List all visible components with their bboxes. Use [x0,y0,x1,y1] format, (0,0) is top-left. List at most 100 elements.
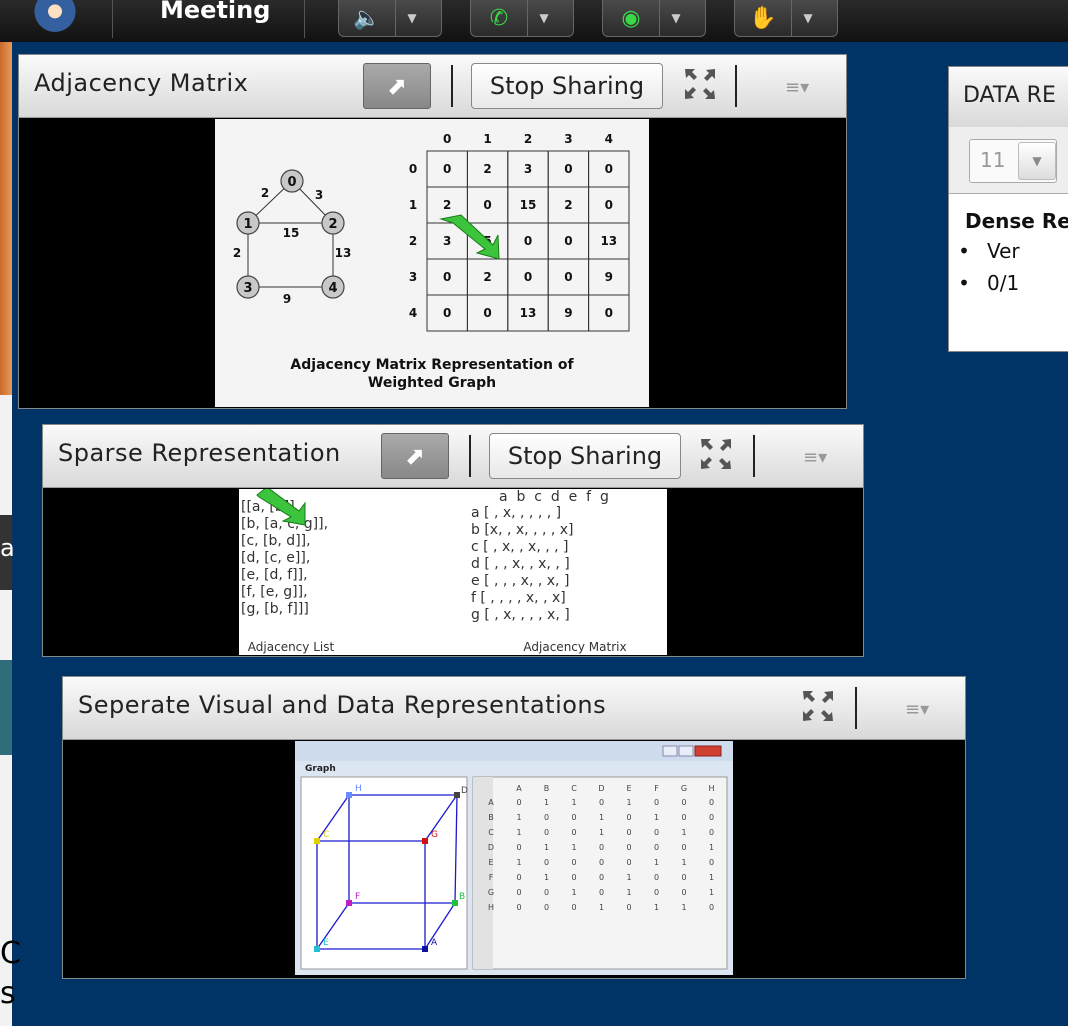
sparse-figure: [[a, [b]], [b, [a, c, g]], [c, [b, d]], … [241,486,627,654]
left-strip-text: a [0,534,15,562]
table-cell: 0 [654,828,659,837]
table-cell: 1 [654,813,659,822]
table-cell: 1 [544,798,549,807]
meeting-menu[interactable]: Meeting [160,0,270,24]
chevron-down-icon[interactable]: ▼ [395,0,428,36]
cube-vertex-label: F [355,892,360,902]
webcam-button[interactable]: ◉ ▼ [602,0,706,37]
data-representation-pod: DATA RE 11 ▼ Dense Rep •Ver •0/1 [948,66,1068,352]
matrix-row-header: 4 [409,306,417,320]
sparse-matrix-row: a [ , x, , , , , ] [471,505,561,521]
table-cell: 1 [571,798,576,807]
chevron-down-icon[interactable]: ▼ [527,0,560,36]
matrix-cell-value: 3 [524,162,532,176]
notes-heading: Dense Rep [965,209,1068,233]
matrix-cell-value: 0 [524,270,532,284]
audio-button[interactable]: 🔈 ▼ [338,0,442,37]
fullscreen-icon[interactable] [699,437,733,471]
table-cell: 0 [709,828,714,837]
pointer-icon: ⬈ [386,72,408,100]
sparse-matrix-row: d [ , , x, , x, , ] [471,556,570,572]
table-col-header: D [598,784,604,793]
matrix-cell-value: 0 [443,306,451,320]
table-cell: 1 [544,873,549,882]
fullscreen-icon[interactable] [683,67,717,101]
adjacency-list-line: [g, [b, f]]] [241,601,309,617]
pointer-tool-button[interactable]: ⬈ [381,433,449,479]
table-cell: 0 [709,858,714,867]
pod-header: Adjacency Matrix ⬈ Stop Sharing ≡▾ [19,55,846,118]
adjacency-list-line: [c, [b, d]], [241,533,311,549]
speaker-icon: 🔈 [353,5,381,31]
matrix-cell-value: 9 [564,306,572,320]
table-row-header: A [488,798,494,807]
table-cell: 0 [599,798,604,807]
notes-toolbar: 11 ▼ [949,127,1068,194]
matrix-cell-value: 2 [443,198,451,212]
cube-vertex-label: G [431,830,438,840]
table-cell: 1 [571,888,576,897]
table-cell: 1 [626,798,631,807]
table-col-header: G [681,784,687,793]
table-cell: 0 [626,858,631,867]
stop-sharing-button[interactable]: Stop Sharing [471,63,663,109]
phone-icon: ✆ [489,5,509,31]
cube-vertex-label: B [459,892,465,902]
pod-header: Seperate Visual and Data Representations… [63,677,965,740]
table-cell: 1 [599,813,604,822]
graph-node-label: 1 [243,217,252,232]
user-avatar-icon[interactable] [34,0,76,38]
edge-weight-label: 2 [261,186,269,200]
table-row-header: C [488,828,494,837]
matrix-cell-value: 0 [605,198,613,212]
cube-vertex [422,946,428,952]
pod-menu-icon[interactable]: ≡▾ [803,447,827,468]
table-row-header: D [488,843,494,852]
raise-hand-button[interactable]: ✋ ▼ [734,0,838,37]
sparse-matrix-row: e [ , , , x, , x, ] [471,573,569,589]
raise-hand-icon: ✋ [749,5,777,31]
table-col-header: E [626,784,631,793]
table-cell: 1 [654,903,659,912]
list-caption: Adjacency List [248,640,335,654]
table-cell: 0 [544,903,549,912]
stop-sharing-button[interactable]: Stop Sharing [489,433,681,479]
matrix-col-header: 4 [605,132,613,146]
cube-vertex-label: C [323,830,329,840]
table-cell: 0 [681,798,686,807]
matrix-row-header: 1 [409,198,417,212]
chevron-down-icon[interactable]: ▼ [1018,142,1056,180]
table-cell: 0 [681,873,686,882]
pod-menu-icon[interactable]: ≡▾ [785,77,809,98]
table-cell: 0 [681,843,686,852]
matrix-cell-value: 0 [483,198,491,212]
table-col-header: C [571,784,577,793]
cube-graph-window: Graph H DGCF BE A A B C D E F G HA 0 1 1 0 1 0 0 0B 1 0 0 1 0 [295,741,733,970]
pod-menu-icon[interactable]: ≡▾ [905,699,929,720]
pointer-tool-button[interactable]: ⬈ [363,63,431,109]
table-cell: 0 [599,888,604,897]
table-col-header: A [516,784,522,793]
sparse-matrix-row: b [x, , x, , , , x] [471,522,574,538]
cube-vertex-label: D [461,786,468,796]
matrix-cell-value: 0 [605,306,613,320]
matrix-cell-value: 2 [564,198,572,212]
table-cell: 1 [544,843,549,852]
table-cell: 0 [571,858,576,867]
graph-node-label: 0 [287,175,296,190]
matrix-cell-value: 2 [483,270,491,284]
chevron-down-icon[interactable]: ▼ [659,0,692,36]
matrix-col-header: 0 [443,132,451,146]
table-cell: 1 [516,813,521,822]
phone-button[interactable]: ✆ ▼ [470,0,574,37]
matrix-col-header: 2 [524,132,532,146]
notes-bullet: • 0/1 [958,271,1020,295]
fullscreen-icon[interactable] [801,689,835,723]
font-size-select[interactable]: 11 ▼ [969,139,1057,183]
table-cell: 1 [626,888,631,897]
matrix-caption: Adjacency Matrix [523,640,626,654]
chevron-down-icon[interactable]: ▼ [791,0,824,36]
edge-weight-label: 3 [315,188,323,202]
matrix-cell-value: 3 [443,234,451,248]
weighted-graph-figure: 01234 23152139 0011223344023002015203500… [233,132,630,391]
